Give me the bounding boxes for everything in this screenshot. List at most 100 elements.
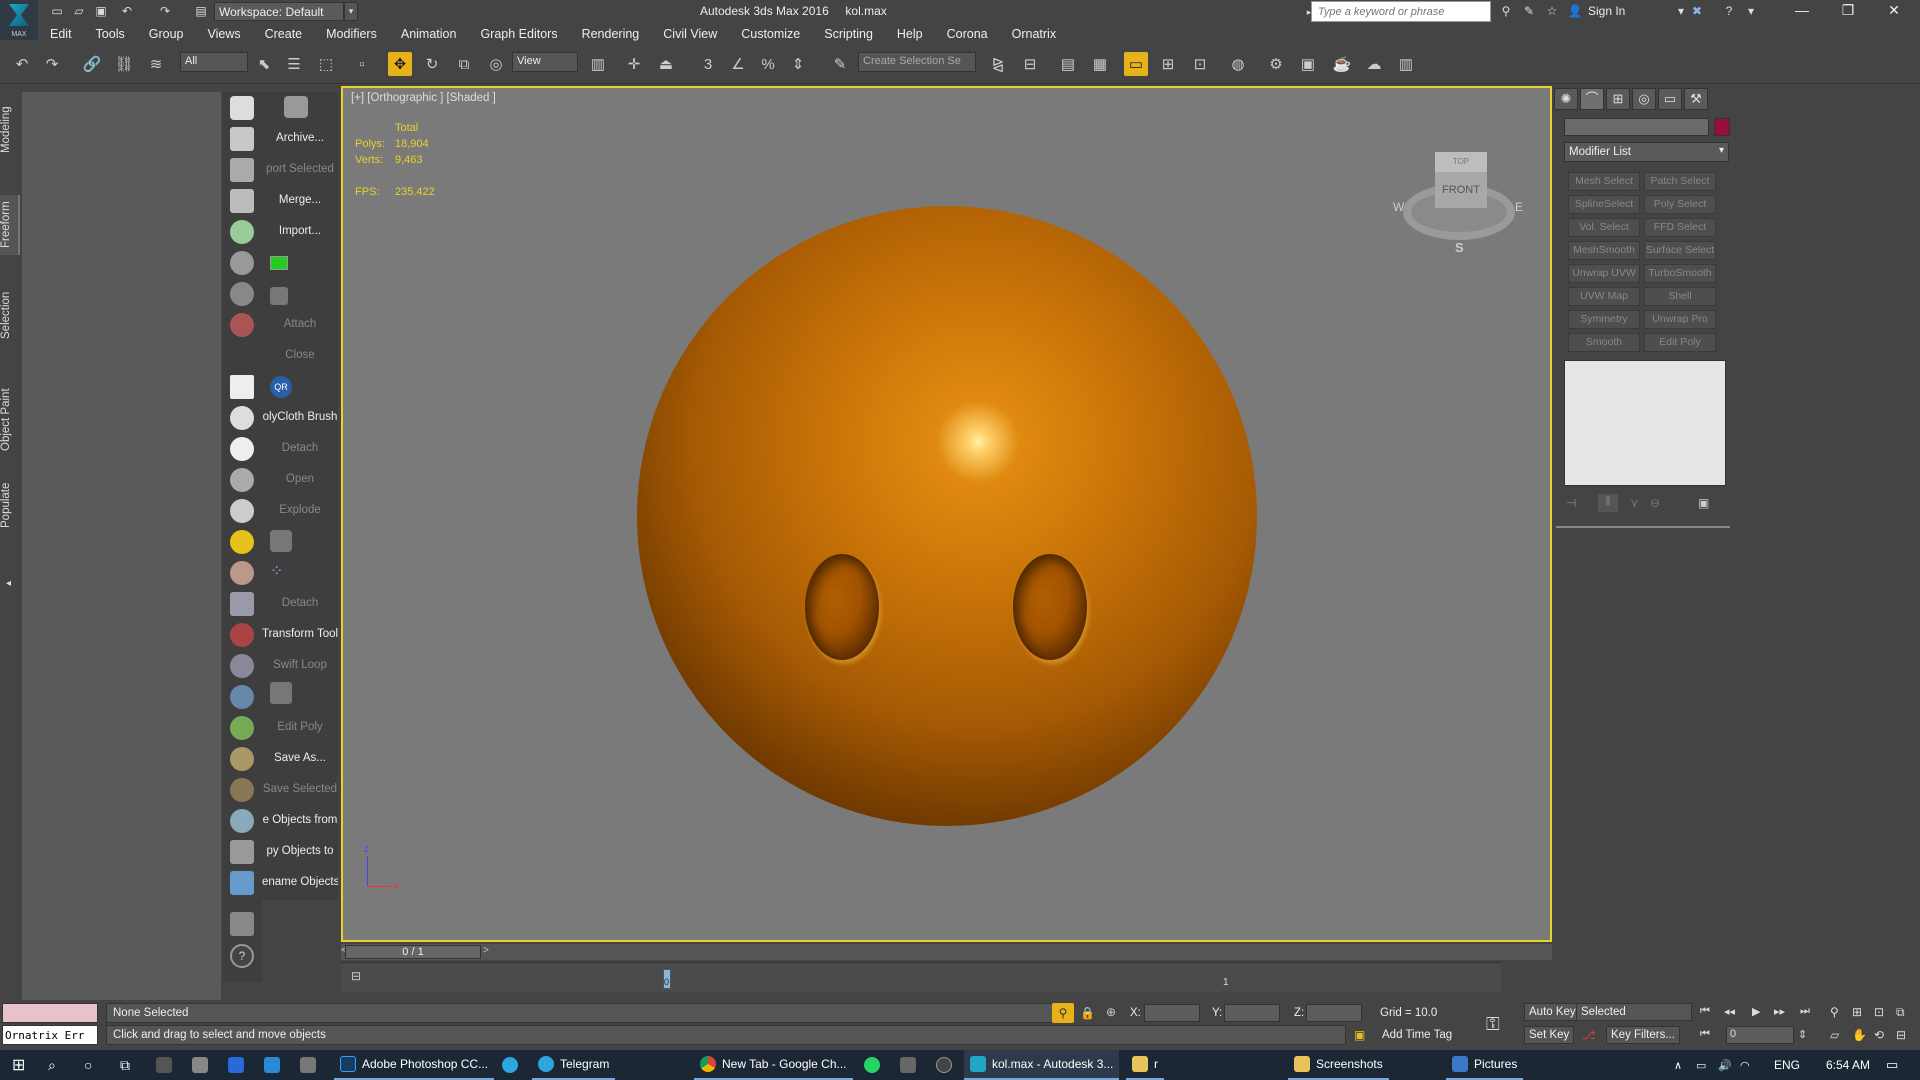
z-coordinate-input[interactable] (1306, 1004, 1362, 1022)
ear-icon[interactable] (230, 282, 254, 306)
command-import[interactable]: Import... (262, 225, 338, 237)
menu-animation[interactable]: Animation (389, 24, 469, 44)
viewport-perspective[interactable]: [+] [Orthographic ] [Shaded ] Total Poly… (341, 86, 1552, 942)
goto-start-icon[interactable]: ⏮ (1700, 1005, 1710, 1018)
viewcube-south[interactable]: S (1455, 240, 1464, 255)
dots-icon[interactable]: ⁘ (270, 561, 292, 583)
next-frame-icon[interactable]: ▸▸ (1774, 1005, 1785, 1018)
menu-corona[interactable]: Corona (935, 24, 1000, 44)
render-setup-icon[interactable]: ⚙ (1264, 52, 1288, 76)
open-file-icon[interactable]: ▱ (70, 2, 88, 20)
restore-button[interactable]: ❐ (1828, 2, 1868, 22)
curve-editor-icon[interactable]: ⊞ (1156, 52, 1180, 76)
mirror-icon[interactable]: ⧎ (986, 52, 1010, 76)
viewport-label[interactable]: [+] [Orthographic ] [Shaded ] (351, 92, 496, 104)
mod-surface-select[interactable]: Surface Select (1644, 241, 1716, 260)
command-detach-2[interactable]: Detach (262, 597, 338, 609)
mod-turbosmooth[interactable]: TurboSmooth (1644, 264, 1716, 283)
list-icon[interactable] (230, 912, 254, 936)
menu-ornatrix[interactable]: Ornatrix (1000, 24, 1068, 44)
menu-graph-editors[interactable]: Graph Editors (468, 24, 569, 44)
key-mode-icon[interactable]: ⏮ (1700, 1028, 1710, 1041)
rendered-frame-window-icon[interactable]: ▣ (1296, 52, 1320, 76)
command-save-selected[interactable]: Save Selected (262, 783, 338, 795)
exchange-icon[interactable]: ✖ (1688, 2, 1706, 20)
sign-in-link[interactable]: Sign In (1588, 4, 1625, 18)
menu-civil-view[interactable]: Civil View (651, 24, 729, 44)
desktop-icon[interactable] (258, 1050, 286, 1080)
favorites-icon[interactable]: ☆ (1543, 2, 1561, 20)
user-icon[interactable]: 👤 (1566, 2, 1584, 20)
search-icon[interactable]: ⌕ (42, 1050, 62, 1080)
orbit-icon[interactable]: ⟲ (1874, 1028, 1884, 1042)
command-detach[interactable]: Detach (262, 442, 338, 454)
mail-icon[interactable] (222, 1050, 250, 1080)
vehicle-icon[interactable] (230, 251, 254, 275)
goto-end-icon[interactable]: ⏭ (1800, 1005, 1810, 1018)
table-icon[interactable] (230, 189, 254, 213)
add-time-tag[interactable]: Add Time Tag (1382, 1029, 1452, 1041)
menu-group[interactable]: Group (137, 24, 196, 44)
object-name-field[interactable] (1564, 118, 1709, 136)
tab-freeform[interactable]: Freeform (0, 195, 20, 255)
keyboard-shortcut-toggle-icon[interactable]: ⏏ (654, 52, 678, 76)
notifications-icon[interactable]: ▭ (1880, 1050, 1904, 1080)
ribbon-expand-icon[interactable]: ◂ (6, 578, 11, 589)
modify-tab-icon[interactable]: ⌒ (1580, 88, 1604, 110)
auto-key-button[interactable]: Auto Key (1524, 1003, 1581, 1021)
subscription-icon[interactable]: ✎ (1520, 2, 1538, 20)
command-polycloth-brush[interactable]: olyCloth Brush (262, 411, 338, 423)
viewcube-east[interactable]: E (1515, 200, 1523, 214)
align-icon[interactable]: ⊟ (1018, 52, 1042, 76)
menu-customize[interactable]: Customize (729, 24, 812, 44)
tray-overflow-icon[interactable]: ∧ (1668, 1050, 1688, 1080)
viewcube[interactable]: TOP FRONT W E S (1393, 148, 1523, 258)
layers-icon[interactable] (230, 158, 254, 182)
start-icon[interactable]: ⊞ (6, 1050, 31, 1080)
sun-light-icon[interactable] (230, 530, 254, 554)
link-icon[interactable]: 🔗 (80, 52, 104, 76)
schematic-view-icon[interactable]: ⊡ (1188, 52, 1212, 76)
command-open[interactable]: Open (262, 473, 338, 485)
select-manipulate-icon[interactable]: ✛ (622, 52, 646, 76)
plant-icon[interactable] (230, 716, 254, 740)
reference-coordinate-dropdown[interactable]: View (512, 52, 578, 72)
time-slider[interactable]: < 0 / 1 > (341, 944, 1552, 960)
mod-unwrap-uvw[interactable]: Unwrap UVW (1568, 264, 1640, 283)
light-disk-icon[interactable] (230, 561, 254, 585)
mod-mesh-select[interactable]: Mesh Select (1568, 172, 1640, 191)
command-rename-objects[interactable]: ename Objects (262, 876, 338, 888)
pyramid-icon[interactable] (230, 654, 254, 678)
search-input[interactable] (1311, 1, 1491, 22)
close-button[interactable]: ✕ (1874, 2, 1914, 22)
mod-uvw-map[interactable]: UVW Map (1568, 287, 1640, 306)
isolate-selection-icon[interactable]: ⚲ (1052, 1003, 1074, 1023)
command-objects-from[interactable]: e Objects from (262, 814, 338, 826)
show-end-result-icon[interactable]: ‖ (1598, 494, 1618, 512)
plane-icon[interactable] (230, 375, 254, 399)
window-crossing-icon[interactable]: ▫ (350, 52, 374, 76)
select-place-icon[interactable]: ◎ (484, 52, 508, 76)
tab-selection[interactable]: Selection (0, 285, 20, 345)
workspace-arrow-icon[interactable]: ▾ (344, 2, 358, 21)
render-iterative-icon[interactable]: ☁ (1362, 52, 1386, 76)
project-folder-icon[interactable]: ▤ (192, 2, 210, 20)
menu-edit[interactable]: Edit (38, 24, 84, 44)
unlink-icon[interactable]: ⛓ (112, 52, 136, 76)
pivot-center-icon[interactable]: ▥ (586, 52, 610, 76)
mod-smooth[interactable]: Smooth (1568, 333, 1640, 352)
mod-poly-select[interactable]: Poly Select (1644, 195, 1716, 214)
new-scene-icon[interactable]: ▭ (48, 2, 66, 20)
time-slider-thumb[interactable]: 0 / 1 (345, 945, 481, 959)
angle-snap-icon[interactable]: ∠ (726, 52, 750, 76)
command-copy-objects-to[interactable]: py Objects to (262, 845, 338, 857)
material-ball-icon[interactable] (230, 623, 254, 647)
configure-sets-icon[interactable]: ▣ (1698, 496, 1709, 510)
cone-icon[interactable] (230, 499, 254, 523)
command-save-as[interactable]: Save As... (262, 752, 338, 764)
menu-create[interactable]: Create (253, 24, 315, 44)
time-config-icon[interactable]: ⇕ (1798, 1028, 1807, 1041)
cortana-icon[interactable]: ○ (78, 1050, 98, 1080)
wifi-icon[interactable]: ◠ (1734, 1050, 1756, 1080)
play-icon[interactable]: ▶ (1752, 1005, 1760, 1018)
